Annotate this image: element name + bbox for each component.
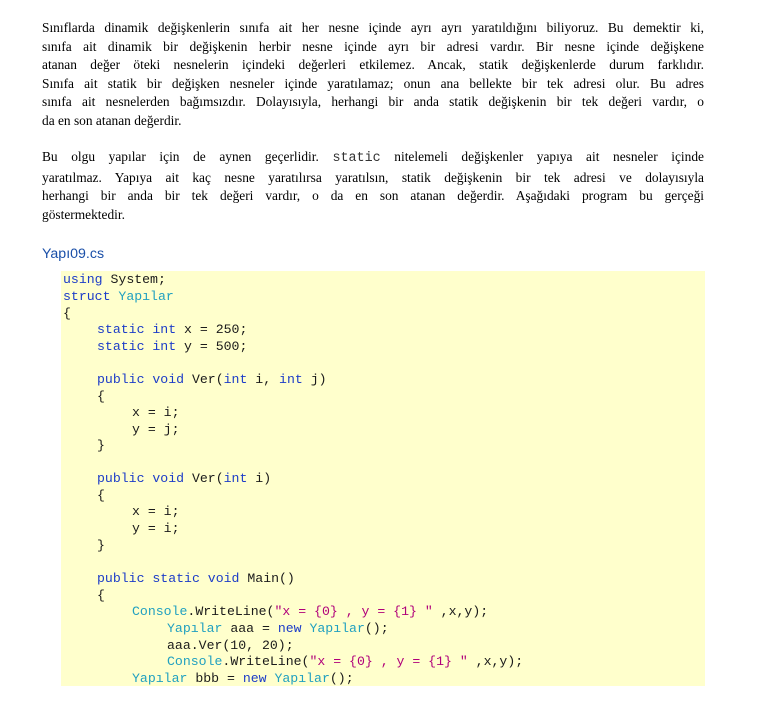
text-line: sınıfa ait nesnelerden bağımsızdır. Dola… (42, 94, 704, 110)
code-line: static int x = 250; (97, 322, 248, 337)
code-line: } (97, 538, 105, 553)
code-line: } (97, 438, 105, 453)
code-line: public void Ver(int i) (97, 471, 272, 486)
code-line: y = i; (132, 521, 180, 536)
text-line: Sınıflarda dinamik değişkenlerin sınıfa … (42, 20, 704, 35)
code-line: x = i; (132, 405, 180, 420)
code-line: static int y = 500; (97, 339, 248, 354)
text-line: Sınıfa ait statik bir değişken nesneler … (42, 75, 704, 91)
text-line: yaratılmaz. Yapıya ait kaç nesne yaratıl… (42, 169, 704, 185)
code-line: struct Yapılar (63, 289, 174, 304)
code-line: Yapılar aaa = new Yapılar(); (167, 621, 389, 636)
text-line: herhangi bir anda bir tek değeri vardır,… (42, 188, 704, 204)
text-fragment: Bu olgu yapılar için de aynen geçerlidir… (42, 149, 319, 164)
static-keyword: static (332, 151, 381, 166)
intro-paragraph: Sınıflarda dinamik değişkenlerin sınıfa … (42, 19, 704, 131)
code-listing: using System; struct Yapılar { static in… (61, 271, 705, 686)
code-line: Console.WriteLine("x = {0} , y = {1} " ,… (167, 654, 524, 669)
code-line: public void Ver(int i, int j) (97, 372, 327, 387)
code-line: x = i; (132, 504, 180, 519)
text-line: da en son atanan değerdir. (42, 112, 182, 128)
code-line: { (97, 488, 105, 503)
code-line: { (97, 389, 105, 404)
code-line: y = j; (132, 422, 180, 437)
static-explanation-paragraph: Bu olgu yapılar için de aynen geçerlidir… (42, 148, 704, 224)
code-line: aaa.Ver(10, 20); (167, 638, 294, 653)
text-fragment: nitelemeli değişkenler yapıya ait nesnel… (394, 149, 704, 164)
code-line: { (97, 588, 105, 603)
text-line: göstermektedir. (42, 206, 125, 222)
file-title: Yapı09.cs (42, 246, 105, 262)
code-line: using System; (63, 272, 166, 287)
text-line: Bu olgu yapılar için de aynen geçerlidir… (42, 148, 704, 169)
text-line: atanan değer öteki nesnelerin içindeki d… (42, 57, 704, 73)
code-line: { (63, 306, 71, 321)
code-line: Yapılar bbb = new Yapılar(); (132, 671, 354, 686)
code-line: public static void Main() (97, 571, 295, 586)
code-line: Console.WriteLine("x = {0} , y = {1} " ,… (132, 604, 489, 619)
text-line: sınıfa ait dinamik bir değişkenin herbir… (42, 38, 704, 54)
